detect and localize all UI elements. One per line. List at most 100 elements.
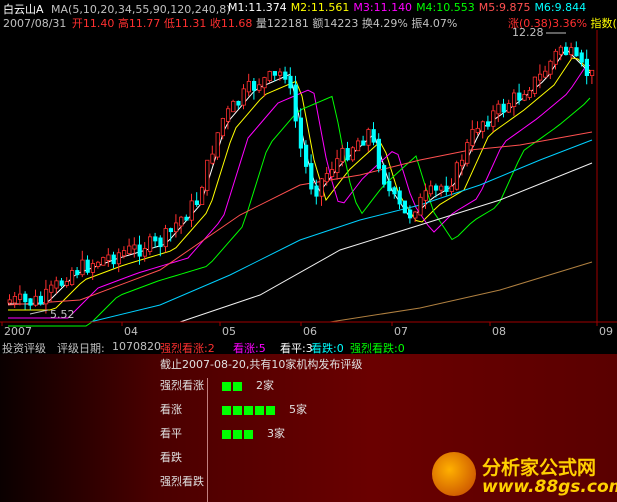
candle <box>433 185 439 191</box>
candle <box>116 252 121 265</box>
candle <box>387 180 392 192</box>
candle <box>96 261 101 267</box>
rating-date-value: 1070820 <box>112 340 161 353</box>
candle <box>75 270 80 276</box>
rating-bar-block <box>222 381 231 391</box>
candle <box>470 129 475 146</box>
candle <box>501 103 506 113</box>
candle <box>189 200 194 221</box>
candle <box>54 280 59 289</box>
candle <box>590 69 595 76</box>
rating-strip: 投资评级 评级日期: 1070820 强烈看涨:2 看涨:5 看平:3 看跌:0… <box>0 340 617 355</box>
x-axis-label: 09 <box>599 325 613 338</box>
candle <box>210 153 215 164</box>
candle <box>23 293 28 303</box>
candle <box>153 236 158 242</box>
candle <box>423 190 428 201</box>
candle <box>361 140 366 146</box>
candle <box>548 60 553 75</box>
candle <box>28 298 33 306</box>
x-axis-label: 08 <box>492 325 506 338</box>
candle <box>122 250 127 257</box>
candle <box>350 147 356 161</box>
rating-row-label: 看跌 <box>160 451 182 464</box>
candle <box>355 140 361 152</box>
ma240-line <box>329 261 593 323</box>
candle <box>142 248 147 257</box>
ma20-line <box>8 64 591 319</box>
rating-bar <box>222 403 277 416</box>
rating-summary: 截止2007-08-20,共有10家机构发布评级 <box>160 358 363 371</box>
candle <box>80 259 85 276</box>
candle <box>491 110 496 127</box>
candle <box>220 118 225 137</box>
candle <box>428 185 434 195</box>
watermark-logo <box>432 452 476 496</box>
candle <box>444 185 449 192</box>
rating-bar-block <box>266 405 275 415</box>
candle <box>70 270 75 285</box>
rating-bar-block <box>233 405 242 415</box>
rating-row-label: 强烈看涨 <box>160 379 204 392</box>
candle <box>303 144 309 167</box>
rating-bar-block <box>244 405 253 415</box>
candle <box>132 244 137 250</box>
rating-row-label: 看涨 <box>160 403 182 416</box>
candle <box>517 92 522 101</box>
candle <box>319 178 324 197</box>
candle <box>127 245 132 254</box>
candle <box>225 108 231 122</box>
candle <box>506 103 512 113</box>
candle <box>392 187 397 195</box>
low-price-label: 5.52 <box>50 308 75 321</box>
candle <box>12 296 17 304</box>
x-axis-label: 04 <box>124 325 138 338</box>
candle <box>569 47 574 56</box>
x-axis-label: 06 <box>303 325 317 338</box>
candle <box>288 75 293 89</box>
rating-count-text: 3家 <box>267 427 285 440</box>
candle <box>293 84 298 122</box>
candle <box>90 263 95 273</box>
candle <box>272 71 278 76</box>
rating-bar <box>222 427 255 440</box>
candle <box>397 190 402 205</box>
candle <box>168 228 173 233</box>
high-price-label: 12.28 <box>512 26 544 39</box>
candle <box>402 200 408 214</box>
candle <box>340 148 345 163</box>
candle <box>111 254 116 265</box>
candle <box>480 121 486 132</box>
candle <box>558 46 564 55</box>
candle <box>522 94 527 101</box>
candle <box>158 237 163 248</box>
candle <box>64 281 69 286</box>
candle <box>267 71 272 81</box>
candle <box>574 47 579 57</box>
candle <box>173 222 179 233</box>
candle <box>496 103 501 115</box>
candle <box>283 71 288 80</box>
candle <box>454 162 460 190</box>
candle <box>564 46 569 56</box>
ma10-line <box>8 57 591 311</box>
candle <box>17 293 23 300</box>
watermark-title: 分析家公式网 <box>482 457 597 479</box>
candle <box>584 58 590 76</box>
moving-average-lines <box>7 48 593 327</box>
candle <box>205 159 210 191</box>
candle <box>49 284 54 293</box>
candle <box>439 185 444 191</box>
candle <box>184 216 189 221</box>
candle <box>376 138 382 169</box>
candle <box>314 185 319 197</box>
low-price-pointer <box>29 309 49 315</box>
rating-bar <box>222 379 244 392</box>
candle <box>231 100 236 113</box>
candle <box>512 92 517 107</box>
candle <box>257 84 262 91</box>
candle <box>413 211 418 219</box>
candlestick-chart[interactable]: 2007 04 05 06 07 08 09 12.28 5.52 <box>0 0 617 341</box>
candle <box>418 196 423 216</box>
candle <box>251 80 257 91</box>
